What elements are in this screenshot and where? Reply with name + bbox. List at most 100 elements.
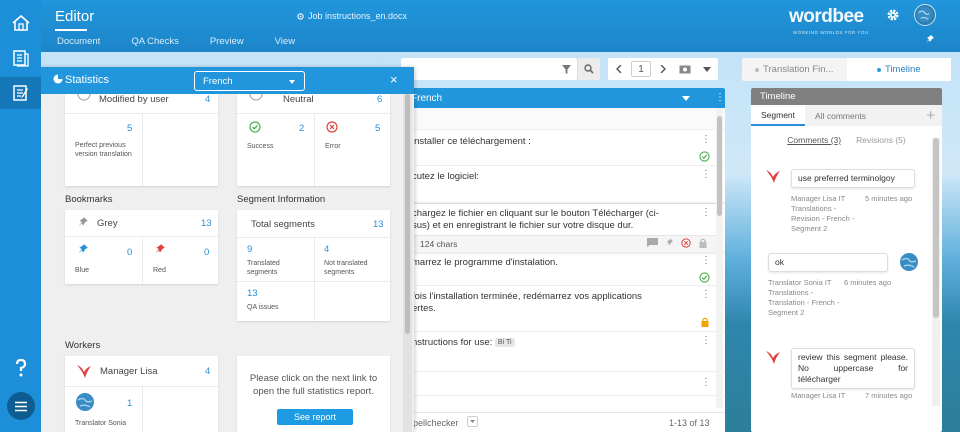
more-vertical-icon[interactable]: ⋮	[701, 207, 711, 219]
pin-icon[interactable]	[925, 34, 935, 44]
more-vertical-icon[interactable]: ⋮	[701, 335, 711, 347]
blue-pin-icon	[77, 243, 89, 255]
grey-pin-icon	[77, 216, 89, 228]
main-menu: Document QA Checks Preview View	[57, 36, 326, 47]
gear-icon[interactable]	[886, 8, 900, 22]
filter-icon[interactable]	[556, 58, 577, 80]
comment-bubble: ok	[768, 253, 888, 272]
target-language-header[interactable]: French ⋮	[401, 88, 725, 108]
error-icon	[326, 121, 338, 133]
segment-row[interactable]: ⋮	[401, 372, 725, 396]
pager: 1	[608, 58, 718, 80]
comment-bubble: use preferred terminolgoy	[791, 169, 915, 188]
search-button[interactable]	[578, 58, 600, 80]
home-icon[interactable]	[0, 7, 41, 39]
settings-small-icon	[297, 12, 304, 20]
next-page-button[interactable]	[652, 58, 674, 80]
revisions-link[interactable]: Revisions (5)	[856, 135, 906, 145]
segment-info-card: Total segments 13 9 Translated segments …	[237, 210, 390, 321]
modified-card: Modified by user 4 5 Perfect previous ve…	[65, 94, 218, 186]
error-icon[interactable]	[681, 238, 691, 248]
more-vertical-icon[interactable]: ⋮	[701, 134, 711, 146]
add-icon[interactable]: +	[926, 107, 935, 124]
user-avatar[interactable]	[914, 4, 936, 26]
see-report-button[interactable]: See report	[277, 409, 353, 425]
right-panel-tabs: Translation Fin... Timeline	[742, 58, 951, 81]
segment-row[interactable]: marrez le programme d'instalation. ⋮	[401, 252, 725, 286]
chevron-down-icon	[289, 80, 295, 84]
timeline-header: Timeline	[751, 88, 942, 105]
segment-scrollbar[interactable]	[716, 108, 723, 408]
segment-count: 1-13 of 13	[669, 418, 710, 428]
prev-page-button[interactable]	[608, 58, 630, 80]
success-check-icon	[699, 272, 710, 283]
segment-row-blank	[401, 108, 725, 130]
neutral-card: Neutral 6 2 Success 5 Error	[237, 94, 390, 186]
format-tag: Bi Ti	[494, 337, 515, 347]
char-count: 124 chars	[420, 239, 458, 249]
lock-icon[interactable]	[699, 238, 707, 248]
tab-translation[interactable]: Translation Fin...	[742, 58, 847, 81]
hamburger-menu-icon[interactable]	[0, 390, 41, 422]
timeline-panel: Timeline Segment All comments + Comments…	[751, 88, 942, 432]
chevron-down-icon[interactable]	[682, 96, 690, 101]
editor-icon[interactable]	[0, 77, 41, 109]
more-vertical-icon[interactable]: ⋮	[715, 92, 725, 103]
lock-icon	[701, 317, 709, 327]
image-view-icon[interactable]	[674, 58, 696, 80]
statistics-title: Statistics	[65, 74, 110, 86]
language-select[interactable]: French	[194, 71, 305, 91]
segment-row[interactable]: nstructions for use: Bi Ti ⋮	[401, 332, 725, 372]
statistics-scrollbar[interactable]	[403, 94, 412, 432]
wordbee-logo: wordbee	[789, 6, 864, 27]
tab-segment[interactable]: Segment	[751, 105, 806, 126]
segment-row[interactable]: cutez le logiciel: ⋮	[401, 166, 725, 204]
neutral-icon	[249, 94, 263, 101]
bookmarks-card: Grey 13 0 Blue 0 Red	[65, 210, 218, 284]
manager-avatar-icon	[763, 166, 783, 186]
statistics-panel: Statistics French × Modified by user 4 5…	[41, 67, 414, 432]
pin-icon[interactable]	[665, 238, 674, 247]
more-vertical-icon[interactable]: ⋮	[701, 377, 711, 389]
timeline-subtabs: Comments (3) Revisions (5)	[751, 135, 942, 145]
segment-row[interactable]: installer ce téléchargement : ⋮	[401, 130, 725, 166]
tab-timeline[interactable]: Timeline	[846, 58, 951, 81]
translator-avatar-icon	[75, 392, 95, 412]
close-icon[interactable]: ×	[390, 72, 398, 87]
menu-qa-checks[interactable]: QA Checks	[131, 36, 179, 47]
app-title: Editor	[55, 8, 95, 25]
projects-icon[interactable]	[0, 42, 41, 74]
comment-icon[interactable]	[647, 238, 658, 247]
tab-all-comments[interactable]: All comments	[805, 105, 876, 126]
manager-avatar-icon	[763, 347, 783, 367]
timeline-scrollbar[interactable]	[932, 138, 940, 406]
statistics-header: Statistics French ×	[41, 67, 414, 94]
page-number[interactable]: 1	[631, 61, 651, 77]
document-name: Job instructions_en.docx	[297, 11, 407, 21]
search-icon	[584, 64, 594, 74]
comment-bubble: review this segment please. No uppercase…	[791, 348, 915, 389]
more-vertical-icon[interactable]: ⋮	[701, 255, 711, 267]
help-icon[interactable]	[0, 352, 41, 384]
title-underline	[55, 29, 87, 31]
comments-link[interactable]: Comments (3)	[787, 135, 841, 145]
segment-row[interactable]: fois l'installation terminée, redémarrez…	[401, 286, 725, 332]
menu-preview[interactable]: Preview	[210, 36, 244, 47]
report-card: Please click on the next link to open th…	[237, 356, 390, 432]
spellchecker-label: pellchecker	[413, 418, 459, 428]
more-vertical-icon[interactable]: ⋮	[701, 289, 711, 301]
menu-view[interactable]: View	[275, 36, 295, 47]
workers-title: Workers	[65, 340, 101, 351]
pager-dropdown[interactable]	[696, 58, 718, 80]
menu-document[interactable]: Document	[57, 36, 100, 47]
logo-tagline: WORKING WORLDS FOR YOU	[793, 30, 869, 35]
success-check-icon	[699, 151, 710, 162]
manager-avatar-icon	[75, 362, 93, 380]
spellchecker-dropdown[interactable]	[467, 416, 478, 427]
left-rail	[0, 0, 41, 432]
segment-filter-input[interactable]	[401, 58, 577, 80]
workers-card: Manager Lisa 4 1 Translator Sonia	[65, 356, 218, 432]
segment-row-active[interactable]: chargez le fichier en cliquant sur le bo…	[401, 204, 725, 252]
bookmarks-title: Bookmarks	[65, 194, 113, 205]
more-vertical-icon[interactable]: ⋮	[701, 169, 711, 181]
